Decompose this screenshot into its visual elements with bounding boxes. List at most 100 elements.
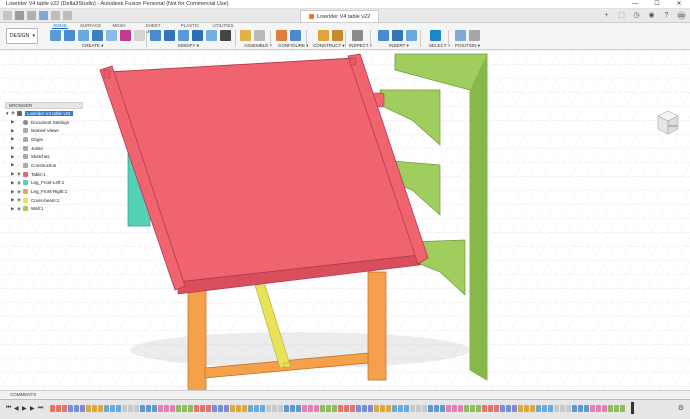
timeline-feature-icon[interactable]: [416, 405, 421, 412]
select-icon[interactable]: [430, 30, 441, 41]
timeline-feature-icon[interactable]: [410, 405, 415, 412]
timeline-feature-icon[interactable]: [302, 405, 307, 412]
assemble-menu[interactable]: ASSEMBLE ▾: [244, 43, 272, 49]
timeline-feature-icon[interactable]: [518, 405, 523, 412]
undo-icon[interactable]: [51, 11, 60, 20]
notifications-icon[interactable]: ◉: [647, 11, 656, 20]
timeline-feature-icon[interactable]: [98, 405, 103, 412]
insert-canvas-icon[interactable]: [406, 30, 417, 41]
select-menu[interactable]: SELECT ▾: [429, 43, 450, 49]
tab-mesh[interactable]: MESH: [112, 23, 126, 29]
timeline-start-button[interactable]: ⏮: [6, 405, 11, 412]
timeline-feature-icon[interactable]: [392, 405, 397, 412]
timeline-forward-button[interactable]: ▶: [30, 405, 35, 412]
timeline-feature-icon[interactable]: [308, 405, 313, 412]
timeline-feature-icon[interactable]: [272, 405, 277, 412]
timeline-feature-icon[interactable]: [434, 405, 439, 412]
timeline-feature-icon[interactable]: [80, 405, 85, 412]
timeline-feature-icon[interactable]: [404, 405, 409, 412]
timeline-feature-icon[interactable]: [440, 405, 445, 412]
expand-icon[interactable]: ▶: [11, 128, 17, 134]
timeline-feature-icon[interactable]: [602, 405, 607, 412]
timeline-feature-icon[interactable]: [56, 405, 61, 412]
timeline-feature-icon[interactable]: [620, 405, 625, 412]
comments-bar[interactable]: COMMENTS: [0, 390, 690, 399]
browser-item-named-views[interactable]: ▶ Named Views: [5, 126, 83, 135]
timeline-feature-icon[interactable]: [194, 405, 199, 412]
timeline-feature-icon[interactable]: [494, 405, 499, 412]
timeline-feature-icon[interactable]: [422, 405, 427, 412]
position-menu[interactable]: POSITION ▾: [455, 43, 480, 49]
timeline-feature-icon[interactable]: [128, 405, 133, 412]
construct-menu[interactable]: CONSTRUCT ▾: [313, 43, 345, 49]
timeline-feature-icon[interactable]: [578, 405, 583, 412]
revert-position-icon[interactable]: [469, 30, 480, 41]
fillet-icon[interactable]: [164, 30, 175, 41]
axis-icon[interactable]: [332, 30, 343, 41]
timeline-feature-icon[interactable]: [152, 405, 157, 412]
browser-header[interactable]: BROWSER: [5, 102, 83, 109]
chamfer-icon[interactable]: [178, 30, 189, 41]
tab-plastic[interactable]: PLASTIC: [180, 23, 200, 29]
leg-front-right[interactable]: [367, 271, 387, 381]
new-tab-icon[interactable]: +: [602, 11, 611, 20]
redo-icon[interactable]: [63, 11, 72, 20]
timeline-feature-icon[interactable]: [116, 405, 121, 412]
timeline-feature-icon[interactable]: [542, 405, 547, 412]
timeline-feature-icon[interactable]: [224, 405, 229, 412]
timeline-feature-icon[interactable]: [218, 405, 223, 412]
timeline-feature-icon[interactable]: [164, 405, 169, 412]
timeline-feature-icon[interactable]: [146, 405, 151, 412]
minimize-button[interactable]: —: [624, 0, 646, 9]
document-tab[interactable]: Lowrider V4 table v22: [300, 10, 380, 22]
timeline-feature-icon[interactable]: [356, 405, 361, 412]
shell-icon[interactable]: [192, 30, 203, 41]
timeline-feature-icon[interactable]: [548, 405, 553, 412]
timeline-feature-icon[interactable]: [278, 405, 283, 412]
timeline-feature-icon[interactable]: [362, 405, 367, 412]
timeline-feature-icon[interactable]: [458, 405, 463, 412]
timeline-feature-icon[interactable]: [476, 405, 481, 412]
browser-item-document-settings[interactable]: ▶ Document Settings: [5, 118, 83, 127]
timeline-feature-icon[interactable]: [566, 405, 571, 412]
timeline-feature-icon[interactable]: [260, 405, 265, 412]
timeline-feature-icon[interactable]: [188, 405, 193, 412]
data-panel-icon[interactable]: [15, 11, 24, 20]
press-pull-icon[interactable]: [150, 30, 161, 41]
timeline-feature-icon[interactable]: [110, 405, 115, 412]
timeline-feature-icon[interactable]: [242, 405, 247, 412]
timeline-feature-icon[interactable]: [344, 405, 349, 412]
browser-item-cross-beam[interactable]: ▶ ◉ Cross-beam:1: [5, 196, 83, 205]
workspace-switcher[interactable]: DESIGN ▾: [6, 28, 38, 44]
sweep-icon[interactable]: [92, 30, 103, 41]
timeline-feature-icon[interactable]: [536, 405, 541, 412]
timeline-feature-icon[interactable]: [596, 405, 601, 412]
app-menu-icon[interactable]: [3, 11, 12, 20]
browser-item-leg-front-left[interactable]: ▶ ◉ Leg_Front-Left:1: [5, 179, 83, 188]
avatar[interactable]: DD: [677, 11, 686, 20]
timeline-feature-icon[interactable]: [584, 405, 589, 412]
timeline-feature-icon[interactable]: [296, 405, 301, 412]
timeline-feature-icon[interactable]: [62, 405, 67, 412]
timeline-feature-icon[interactable]: [560, 405, 565, 412]
browser-item-joints[interactable]: ▶ ◌ Joints: [5, 144, 83, 153]
new-component-icon[interactable]: [240, 30, 251, 41]
browser-item-sketches[interactable]: ▶ ◌ Sketches: [5, 152, 83, 161]
timeline-end-button[interactable]: ⏭: [38, 405, 43, 412]
timeline-feature-icon[interactable]: [338, 405, 343, 412]
timeline-feature-icon[interactable]: [500, 405, 505, 412]
timeline-feature-icon[interactable]: [572, 405, 577, 412]
browser-item-wall[interactable]: ▶ ◉ Wall:1: [5, 205, 83, 214]
timeline-feature-icon[interactable]: [530, 405, 535, 412]
timeline-feature-icon[interactable]: [86, 405, 91, 412]
timeline-track[interactable]: [50, 403, 640, 414]
timeline-feature-icon[interactable]: [446, 405, 451, 412]
timeline-feature-icon[interactable]: [248, 405, 253, 412]
timeline-feature-icon[interactable]: [590, 405, 595, 412]
timeline-feature-icon[interactable]: [266, 405, 271, 412]
create-sketch-icon[interactable]: [50, 30, 61, 41]
tab-surface[interactable]: SURFACE: [80, 23, 101, 29]
timeline-play-button[interactable]: ▶: [22, 405, 27, 412]
timeline-feature-icon[interactable]: [230, 405, 235, 412]
timeline-feature-icon[interactable]: [326, 405, 331, 412]
